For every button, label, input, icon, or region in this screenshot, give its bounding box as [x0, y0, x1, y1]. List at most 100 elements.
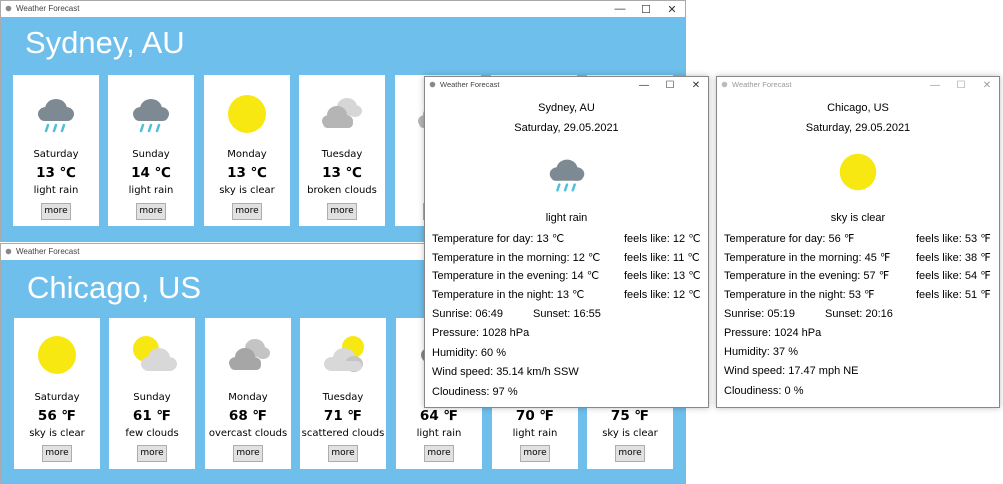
rain-cloud-icon [36, 97, 76, 133]
window-title: Weather Forecast [16, 4, 80, 13]
feels-morning: feels like: 11 ℃ [624, 252, 700, 264]
sunrise: Sunrise: 06:49 [432, 308, 503, 320]
temperature: 68 ℉ [228, 408, 268, 424]
close-icon[interactable]: ✕ [974, 77, 999, 93]
maximize-icon[interactable]: ☐ [948, 77, 974, 93]
scattered-clouds-icon [324, 336, 364, 372]
sunset: Sunset: 16:55 [533, 308, 601, 320]
forecast-card: Saturday 56 ℉ sky is clear more [14, 318, 100, 469]
humidity: Humidity: 60 % [432, 347, 506, 359]
minimize-icon[interactable]: — [922, 77, 948, 93]
day-label: Tuesday [321, 149, 363, 160]
feels-night: feels like: 51 ℉ [916, 289, 991, 301]
day-label: Saturday [34, 392, 80, 403]
feels-day: feels like: 12 ℃ [624, 233, 701, 245]
detail-date: Saturday, 29.05.2021 [805, 122, 911, 134]
temperature: 13 ℃ [322, 165, 362, 181]
sun-icon [38, 336, 76, 374]
temperature: 70 ℉ [515, 408, 555, 424]
app-icon [721, 81, 728, 88]
sun-icon [839, 153, 877, 191]
more-button[interactable]: more [520, 445, 550, 462]
forecast-card: Monday 68 ℉ overcast clouds more [205, 318, 291, 469]
forecast-card: Monday 13 ℃ sky is clear more [204, 75, 290, 226]
temperature: 56 ℉ [37, 408, 77, 424]
forecast-card: Tuesday 13 ℃ broken clouds more [299, 75, 385, 226]
detail-date: Saturday, 29.05.2021 [514, 122, 619, 134]
detail-city: Chicago, US [827, 102, 889, 114]
feels-night: feels like: 12 ℃ [624, 289, 701, 301]
weather-description: light rain [512, 428, 558, 439]
maximize-icon[interactable]: ☐ [657, 77, 683, 93]
sunset: Sunset: 20:16 [825, 308, 893, 320]
more-button[interactable]: more [424, 445, 454, 462]
temp-evening: Temperature in the evening: 57 ℉ [724, 270, 890, 282]
feels-evening: feels like: 13 ℃ [624, 270, 701, 282]
app-icon [5, 248, 12, 255]
wind-speed: Wind speed: 17.47 mph NE [724, 365, 859, 377]
temperature: 71 ℉ [323, 408, 363, 424]
day-label: Tuesday [322, 392, 364, 403]
detail-description: light rain [545, 212, 588, 224]
feels-evening: feels like: 54 ℉ [916, 270, 991, 282]
app-icon [5, 5, 12, 12]
window-title: Weather Forecast [440, 80, 500, 89]
temp-day: Temperature for day: 56 ℉ [724, 233, 855, 245]
sydney-detail-window: Weather Forecast — ☐ ✕ Sydney, AU Saturd… [424, 76, 709, 408]
temperature: 75 ℉ [610, 408, 650, 424]
forecast-card: Tuesday 71 ℉ scattered clouds more [300, 318, 386, 469]
weather-description: sky is clear [29, 428, 85, 439]
weather-description: sky is clear [219, 185, 275, 196]
overcast-clouds-icon [229, 339, 270, 370]
forecast-card: Saturday 13 ℃ light rain more [13, 75, 99, 226]
more-button[interactable]: more [41, 203, 71, 220]
temp-evening: Temperature in the evening: 14 ℃ [432, 270, 600, 282]
title-bar[interactable]: Weather Forecast — ☐ ✕ [425, 77, 708, 93]
temperature: 13 ℃ [227, 165, 267, 181]
sunrise: Sunrise: 05:19 [724, 308, 795, 320]
more-button[interactable]: more [232, 203, 262, 220]
rain-cloud-icon [548, 158, 586, 192]
weather-description: broken clouds [307, 185, 377, 196]
close-icon[interactable]: ✕ [683, 77, 708, 93]
few-clouds-icon [133, 336, 177, 371]
more-button[interactable]: more [233, 445, 263, 462]
window-title: Weather Forecast [16, 247, 80, 256]
temp-morning: Temperature in the morning: 12 ℃ [432, 252, 601, 264]
more-button[interactable]: more [137, 445, 167, 462]
more-button[interactable]: more [136, 203, 166, 220]
day-label: Monday [227, 149, 267, 160]
more-button[interactable]: more [328, 445, 358, 462]
city-title: Chicago, US [27, 270, 202, 305]
detail-description: sky is clear [830, 212, 886, 224]
close-icon[interactable]: ✕ [659, 1, 685, 17]
weather-description: sky is clear [602, 428, 658, 439]
temperature: 64 ℉ [419, 408, 459, 424]
cloudiness: Cloudiness: 0 % [724, 385, 804, 397]
temperature: 61 ℉ [132, 408, 172, 424]
day-label: Saturday [33, 149, 79, 160]
title-bar[interactable]: Weather Forecast — ☐ ✕ [717, 77, 999, 93]
minimize-icon[interactable]: — [631, 77, 657, 93]
temperature: 14 ℃ [131, 165, 171, 181]
weather-description: light rain [416, 428, 462, 439]
feels-morning: feels like: 38 ℉ [916, 252, 991, 264]
temp-day: Temperature for day: 13 ℃ [432, 233, 565, 245]
more-button[interactable]: more [327, 203, 357, 220]
rain-cloud-icon [131, 97, 171, 133]
temp-morning: Temperature in the morning: 45 ℉ [724, 252, 891, 264]
more-button[interactable]: more [615, 445, 645, 462]
more-button[interactable]: more [42, 445, 72, 462]
temp-night: Temperature in the night: 13 ℃ [432, 289, 585, 301]
city-title: Sydney, AU [25, 25, 185, 60]
title-bar[interactable]: Weather Forecast — ☐ ✕ [1, 1, 685, 17]
minimize-icon[interactable]: — [607, 1, 633, 17]
wind-speed: Wind speed: 35.14 km/h SSW [432, 366, 579, 378]
weather-description: few clouds [125, 428, 179, 439]
weather-description: light rain [128, 185, 174, 196]
weather-description: light rain [33, 185, 79, 196]
maximize-icon[interactable]: ☐ [633, 1, 659, 17]
detail-city: Sydney, AU [538, 102, 595, 114]
forecast-card: Sunday 61 ℉ few clouds more [109, 318, 195, 469]
broken-clouds-icon [322, 98, 362, 128]
